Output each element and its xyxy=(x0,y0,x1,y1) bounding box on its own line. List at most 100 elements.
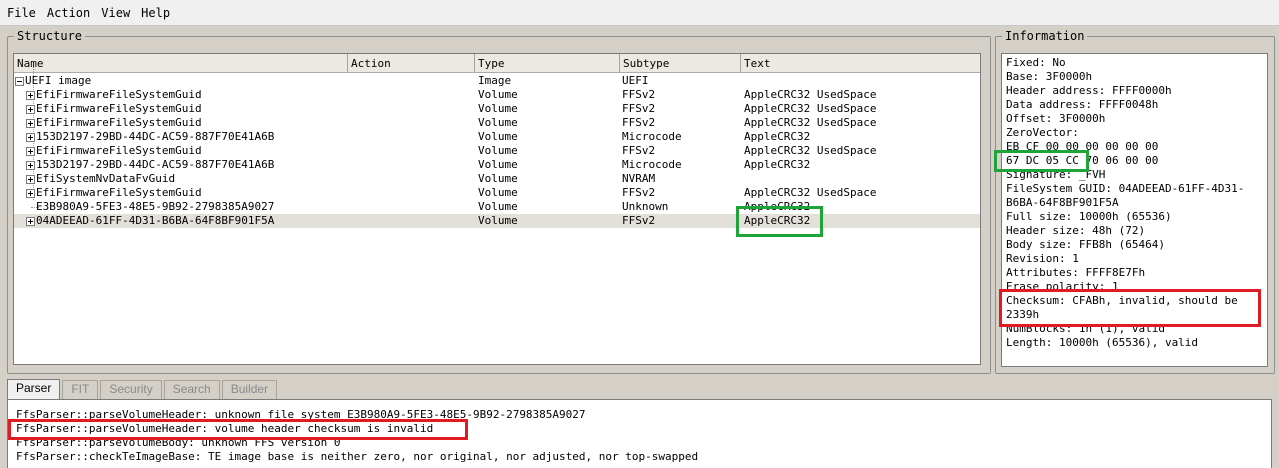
cell-text: AppleCRC32 UsedSpace xyxy=(744,116,877,129)
column-header-text[interactable]: Text xyxy=(741,54,980,73)
cell-name: EfiSystemNvDataFvGuid xyxy=(36,172,176,185)
cell-text: AppleCRC32 UsedSpace xyxy=(744,144,877,157)
menu-help[interactable]: Help xyxy=(137,0,177,26)
menu-view[interactable]: View xyxy=(97,0,137,26)
tree-row[interactable]: EfiFirmwareFileSystemGuid Volume FFSv2 Appl… xyxy=(14,88,980,102)
cell-subtype: FFSv2 xyxy=(622,102,656,115)
column-header-subtype[interactable]: Subtype xyxy=(620,54,741,73)
cell-subtype: UEFI xyxy=(622,74,649,87)
info-line: Data address: FFFF0048h xyxy=(1006,98,1159,111)
cell-type: Image xyxy=(478,74,512,87)
tree-row[interactable]: EfiFirmwareFileSystemGuid Volume FFSv2 Appl… xyxy=(14,144,980,158)
expand-icon[interactable] xyxy=(26,189,35,198)
info-line: Offset: 3F0000h xyxy=(1006,112,1106,125)
info-line: Fixed: No xyxy=(1006,56,1066,69)
column-header-type[interactable]: Type xyxy=(475,54,620,73)
tab-fit[interactable]: FIT xyxy=(62,380,99,399)
cell-type: Volume xyxy=(478,172,518,185)
collapse-icon[interactable] xyxy=(15,77,24,86)
cell-text: AppleCRC32 UsedSpace xyxy=(744,102,877,115)
cell-name: EfiFirmwareFileSystemGuid xyxy=(36,116,202,129)
cell-subtype: Microcode xyxy=(622,158,682,171)
cell-subtype: FFSv2 xyxy=(622,116,656,129)
info-line: ZeroVector: xyxy=(1006,126,1079,139)
cell-type: Volume xyxy=(478,88,518,101)
cell-text: AppleCRC32 xyxy=(744,130,811,143)
cell-text: AppleCRC32 UsedSpace xyxy=(744,88,877,101)
highlight-zerovector-box xyxy=(994,150,1089,172)
tree-row[interactable]: 04ADEEAD-61FF-4D31-B6BA-64F8BF901F5A Volu… xyxy=(14,214,980,228)
menu-action[interactable]: Action xyxy=(43,0,97,26)
cell-subtype: FFSv2 xyxy=(622,88,656,101)
expand-icon[interactable] xyxy=(26,105,35,114)
cell-type: Volume xyxy=(478,158,518,171)
expand-icon[interactable] xyxy=(26,91,35,100)
menu-bar: File Action View Help xyxy=(0,0,1279,26)
info-line: Body size: FFB8h (65464) xyxy=(1006,238,1165,251)
info-line: Header size: 48h (72) xyxy=(1006,224,1146,237)
tab-security[interactable]: Security xyxy=(100,380,162,399)
structure-title: Structure xyxy=(14,29,86,43)
information-title: Information xyxy=(1002,29,1088,43)
cell-subtype: Unknown xyxy=(622,200,669,213)
cell-subtype: FFSv2 xyxy=(622,144,656,157)
tree-row[interactable]: EfiSystemNvDataFvGuid Volume NVRAM xyxy=(14,172,980,186)
expand-icon[interactable] xyxy=(26,175,35,184)
cell-name: 153D2197-29BD-44DC-AC59-887F70E41A6B xyxy=(36,130,275,143)
highlight-applecrc32-box xyxy=(736,206,823,237)
info-line: Header address: FFFF0000h xyxy=(1006,84,1172,97)
tab-builder[interactable]: Builder xyxy=(221,380,278,399)
tree-row[interactable]: EfiFirmwareFileSystemGuid Volume FFSv2 Appl… xyxy=(14,102,980,116)
tree-header: Name Action Type Subtype Text xyxy=(14,54,980,73)
cell-type: Volume xyxy=(478,214,518,227)
cell-type: Volume xyxy=(478,144,518,157)
cell-name: UEFI image xyxy=(25,74,92,87)
expand-icon[interactable] xyxy=(26,119,35,128)
cell-subtype: Microcode xyxy=(622,130,682,143)
cell-name: EfiFirmwareFileSystemGuid xyxy=(36,144,202,157)
tree-row[interactable]: 153D2197-29BD-44DC-AC59-887F70E41A6B Volu… xyxy=(14,130,980,144)
info-line: Length: 10000h (65536), valid xyxy=(1006,336,1199,349)
cell-subtype: NVRAM xyxy=(622,172,656,185)
cell-name: E3B980A9-5FE3-48E5-9B92-2798385A9027 xyxy=(36,200,275,213)
cell-text: AppleCRC32 xyxy=(744,158,811,171)
expand-icon[interactable] xyxy=(26,133,35,142)
highlight-checksum-box xyxy=(999,289,1261,327)
info-line: Revision: 1 xyxy=(1006,252,1079,265)
tree-row[interactable]: 153D2197-29BD-44DC-AC59-887F70E41A6B Volu… xyxy=(14,158,980,172)
message-line[interactable]: FfsParser::checkTeImageBase: TE image ba… xyxy=(8,450,1271,464)
highlight-checksum-message-box xyxy=(8,419,468,440)
column-header-action[interactable]: Action xyxy=(348,54,475,73)
tree-row[interactable]: EfiFirmwareFileSystemGuid Volume FFSv2 Appl… xyxy=(14,186,980,200)
column-header-name[interactable]: Name xyxy=(14,54,348,73)
tree-row[interactable]: EfiFirmwareFileSystemGuid Volume FFSv2 Appl… xyxy=(14,116,980,130)
cell-type: Volume xyxy=(478,186,518,199)
tree-rows: UEFI image Image UEFI EfiFirmwareFileSystem… xyxy=(14,74,980,228)
info-line: FileSystem GUID: 04ADEEAD-61FF-4D31- xyxy=(1006,182,1245,195)
expand-icon[interactable] xyxy=(26,147,35,156)
cell-name: EfiFirmwareFileSystemGuid xyxy=(36,186,202,199)
info-line: Attributes: FFFF8E7Fh xyxy=(1006,266,1146,279)
menu-file[interactable]: File xyxy=(3,0,43,26)
expand-icon[interactable] xyxy=(26,161,35,170)
cell-text: AppleCRC32 UsedSpace xyxy=(744,186,877,199)
cell-name: 04ADEEAD-61FF-4D31-B6BA-64F8BF901F5A xyxy=(36,214,275,227)
tree-row[interactable]: UEFI image Image UEFI xyxy=(14,74,980,88)
structure-tree[interactable]: Name Action Type Subtype Text UEFI image… xyxy=(13,53,981,365)
expand-icon[interactable] xyxy=(26,217,35,226)
tab-parser[interactable]: Parser xyxy=(7,379,61,400)
cell-subtype: FFSv2 xyxy=(622,186,656,199)
info-line: Full size: 10000h (65536) xyxy=(1006,210,1172,223)
cell-type: Volume xyxy=(478,130,518,143)
cell-type: Volume xyxy=(478,116,518,129)
cell-name: EfiFirmwareFileSystemGuid xyxy=(36,88,202,101)
cell-name: 153D2197-29BD-44DC-AC59-887F70E41A6B xyxy=(36,158,275,171)
info-line: B6BA-64F8BF901F5A xyxy=(1006,196,1119,209)
tab-search[interactable]: Search xyxy=(163,380,220,399)
tree-row[interactable]: E3B980A9-5FE3-48E5-9B92-2798385A9027 Volu… xyxy=(14,200,980,214)
bottom-tab-bar: Parser FIT Security Search Builder xyxy=(7,379,279,400)
info-line: Base: 3F0000h xyxy=(1006,70,1093,83)
cell-type: Volume xyxy=(478,102,518,115)
cell-subtype: FFSv2 xyxy=(622,214,656,227)
cell-type: Volume xyxy=(478,200,518,213)
